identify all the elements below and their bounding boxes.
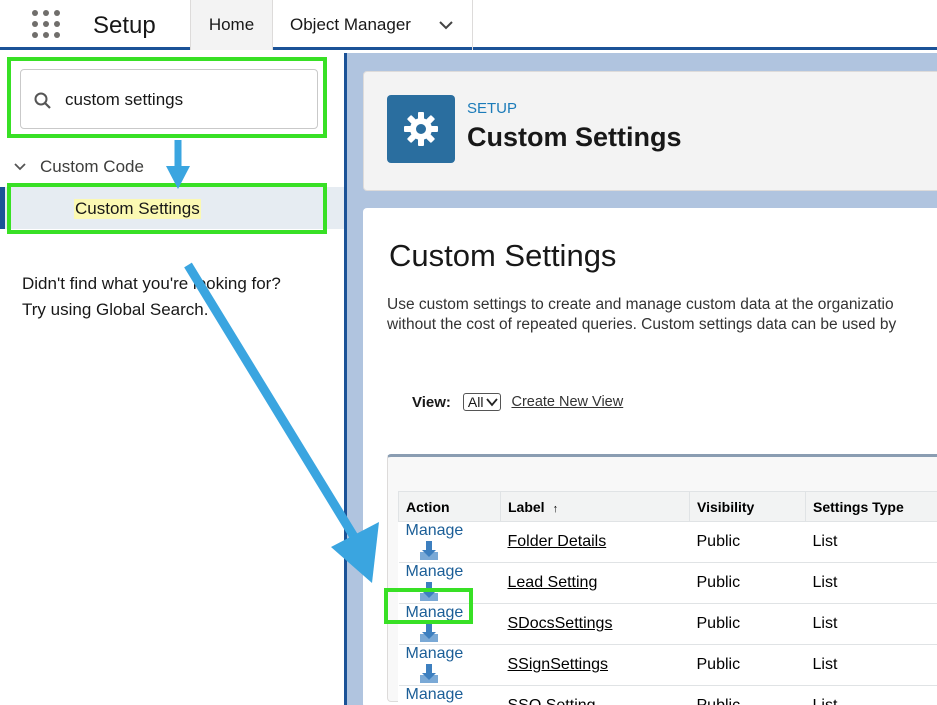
content-description: Use custom settings to create and manage… xyxy=(387,295,937,335)
tab-home[interactable]: Home xyxy=(190,0,273,50)
manage-link[interactable]: Manage xyxy=(406,645,464,662)
content-heading: Custom Settings xyxy=(389,238,617,273)
setting-label-link[interactable]: Lead Setting xyxy=(500,562,690,604)
setting-label-link[interactable]: SSignSettings xyxy=(500,644,690,686)
app-launcher-icon[interactable] xyxy=(32,10,62,40)
main-content-area: SETUP Custom Settings Custom Settings Us… xyxy=(344,53,937,705)
visibility-cell: Public xyxy=(689,521,806,563)
table-row: Manage SDocsSettings Public List xyxy=(398,603,937,645)
column-header-label-text: Label xyxy=(508,498,545,515)
custom-settings-list: Action Label ↑ Visibility Settings Type M… xyxy=(387,454,937,705)
download-icon[interactable] xyxy=(418,581,440,603)
manage-link[interactable]: Manage xyxy=(406,686,464,703)
create-new-view-link[interactable]: Create New View xyxy=(511,394,623,410)
page-header: SETUP Custom Settings xyxy=(363,71,937,191)
table-row: Manage SSO SettingPublicList xyxy=(398,685,937,705)
manage-link-cell[interactable]: Manage xyxy=(398,644,501,686)
page-header-eyebrow: SETUP xyxy=(467,100,518,117)
chevron-down-icon xyxy=(486,398,499,407)
content-card: Custom Settings Use custom settings to c… xyxy=(363,208,937,705)
gear-icon xyxy=(387,95,455,163)
not-found-line-1: Didn't find what you're looking for? xyxy=(22,274,281,293)
manage-link[interactable]: Manage xyxy=(406,522,464,539)
column-header-action: Action xyxy=(398,491,501,522)
not-found-message: Didn't find what you're looking for? Try… xyxy=(22,271,281,323)
chevron-down-icon[interactable] xyxy=(12,159,28,175)
page-title: Custom Settings xyxy=(467,122,682,152)
view-label: View: xyxy=(412,393,451,411)
custom-settings-table: Action Label ↑ Visibility Settings Type M… xyxy=(398,491,937,705)
tree-item-custom-settings[interactable]: Custom Settings xyxy=(0,187,344,229)
sort-ascending-icon: ↑ xyxy=(552,502,559,515)
visibility-cell: Public xyxy=(689,685,806,705)
table-header-row: Action Label ↑ Visibility Settings Type xyxy=(398,491,937,522)
manage-link[interactable]: Manage xyxy=(406,604,464,621)
visibility-cell: Public xyxy=(689,562,806,604)
settings-type-cell: List xyxy=(805,644,937,686)
quick-find-box[interactable] xyxy=(20,69,318,129)
global-header: Setup Home Object Manager xyxy=(0,0,937,50)
settings-type-cell: List xyxy=(805,521,937,563)
column-header-settings-type[interactable]: Settings Type xyxy=(805,491,937,522)
download-icon[interactable] xyxy=(418,663,440,685)
tree-item-label: Custom Settings xyxy=(74,199,201,219)
description-line-2: without the cost of repeated queries. Cu… xyxy=(387,316,897,333)
manage-link-cell[interactable]: Manage xyxy=(398,603,501,645)
manage-link-cell[interactable]: Manage xyxy=(398,685,501,705)
settings-type-cell: List xyxy=(805,603,937,645)
tree-node-custom-code[interactable]: Custom Code xyxy=(12,157,144,177)
visibility-cell: Public xyxy=(689,644,806,686)
table-row: Manage SSignSettings Public List xyxy=(398,644,937,686)
manage-link-cell[interactable]: Manage xyxy=(398,521,501,563)
tree-node-label: Custom Code xyxy=(40,157,144,176)
download-icon[interactable] xyxy=(418,622,440,644)
tab-object-manager[interactable]: Object Manager xyxy=(273,0,473,50)
setup-sidebar: Custom Code Custom Settings Didn't find … xyxy=(0,53,344,705)
app-name: Setup xyxy=(93,12,156,39)
setting-label-link[interactable]: SDocsSettings xyxy=(500,603,690,645)
manage-link[interactable]: Manage xyxy=(406,563,464,580)
chevron-down-icon[interactable] xyxy=(438,17,454,33)
table-row: Manage Lead Setting Public List xyxy=(398,562,937,604)
tab-object-manager-label: Object Manager xyxy=(290,15,411,34)
view-select-value: All xyxy=(467,394,484,410)
download-icon[interactable] xyxy=(418,540,440,562)
search-icon xyxy=(34,92,51,109)
view-select[interactable]: All xyxy=(462,393,502,411)
table-row: Manage Folder Details Public List xyxy=(398,521,937,563)
description-line-1: Use custom settings to create and manage… xyxy=(387,296,894,313)
quick-find-input[interactable] xyxy=(65,90,305,110)
visibility-cell: Public xyxy=(689,603,806,645)
settings-type-cell: List xyxy=(805,562,937,604)
setting-label-link[interactable]: SSO Setting xyxy=(500,685,690,705)
column-header-label[interactable]: Label ↑ xyxy=(500,491,690,522)
view-filter-row: View: All Create New View xyxy=(412,393,623,411)
column-header-visibility[interactable]: Visibility xyxy=(689,491,806,522)
manage-link-cell[interactable]: Manage xyxy=(398,562,501,604)
setting-label-link[interactable]: Folder Details xyxy=(500,521,690,563)
settings-type-cell: List xyxy=(805,685,937,705)
not-found-line-2: Try using Global Search. xyxy=(22,300,209,319)
